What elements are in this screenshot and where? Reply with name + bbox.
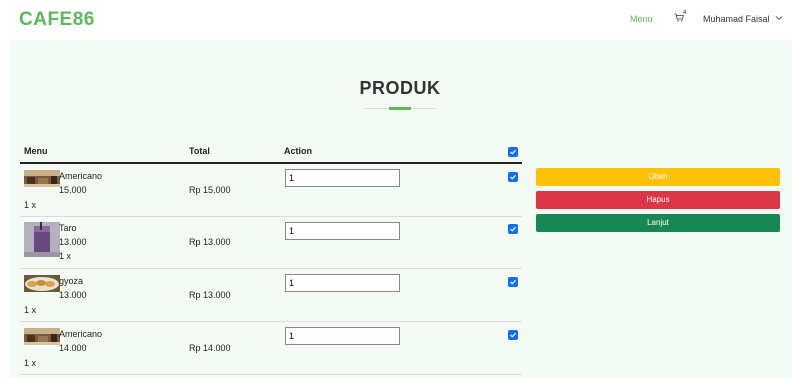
product-qty-text: 1 x: [24, 358, 37, 368]
product-price: 14.000: [59, 343, 87, 353]
header-total: Total: [189, 146, 210, 156]
quantity-input[interactable]: [285, 327, 400, 345]
product-image: [24, 328, 60, 345]
lanjut-button[interactable]: Lanjut: [536, 214, 780, 232]
quantity-input[interactable]: [285, 222, 400, 240]
product-name: Taro: [59, 223, 77, 233]
navbar: CAFE86 Menu 4 Muhamad Faisal: [0, 0, 792, 40]
row-total: Rp 13.000: [189, 290, 231, 300]
row-total: Rp 13.000: [189, 237, 231, 247]
brand-logo[interactable]: CAFE86: [19, 9, 95, 31]
row-checkbox[interactable]: [508, 330, 518, 340]
select-all-checkbox[interactable]: [508, 147, 518, 157]
ubah-button[interactable]: Ubah: [536, 168, 780, 186]
table-row: Americano 15.000 1 x Rp 15.000: [20, 164, 522, 217]
row-total: Rp 15.000: [189, 185, 231, 195]
product-image: [24, 275, 60, 292]
row-checkbox[interactable]: [508, 172, 518, 182]
table-row: Taro 13.000 1 x Rp 13.000: [20, 217, 522, 269]
table-row: Americano 14.000 1 x Rp 14.000: [20, 322, 522, 375]
row-total: Rp 14.000: [189, 343, 231, 353]
product-price: 15.000: [59, 185, 87, 195]
user-menu[interactable]: Muhamad Faisal: [703, 14, 783, 24]
row-checkbox[interactable]: [508, 224, 518, 234]
header-action: Action: [284, 146, 312, 156]
table-row: gyoza 13.000 1 x Rp 13.000: [20, 269, 522, 322]
product-image: [24, 170, 60, 187]
title-accent: [389, 107, 411, 110]
hapus-button[interactable]: Hapus: [536, 191, 780, 209]
row-checkbox[interactable]: [508, 277, 518, 287]
quantity-input[interactable]: [285, 274, 400, 292]
product-qty-text: 1 x: [59, 251, 72, 261]
nav-cart[interactable]: 4: [674, 10, 688, 24]
product-price: 13.000: [59, 290, 87, 300]
quantity-input[interactable]: [285, 169, 400, 187]
nav-menu-link[interactable]: Menu: [630, 14, 653, 24]
cart-count-badge: 4: [683, 10, 687, 16]
header-menu: Menu: [24, 146, 48, 156]
chevron-down-icon: [775, 16, 783, 21]
product-image: [24, 222, 60, 257]
product-price: 13.000: [59, 237, 87, 247]
product-name: Americano: [59, 329, 103, 339]
product-name: Americano: [59, 171, 103, 181]
page-title: PRODUK: [359, 78, 441, 98]
product-qty-text: 1 x: [24, 200, 37, 210]
product-qty-text: 1 x: [24, 305, 37, 315]
product-name: gyoza: [59, 276, 84, 286]
user-name: Muhamad Faisal: [703, 14, 770, 24]
